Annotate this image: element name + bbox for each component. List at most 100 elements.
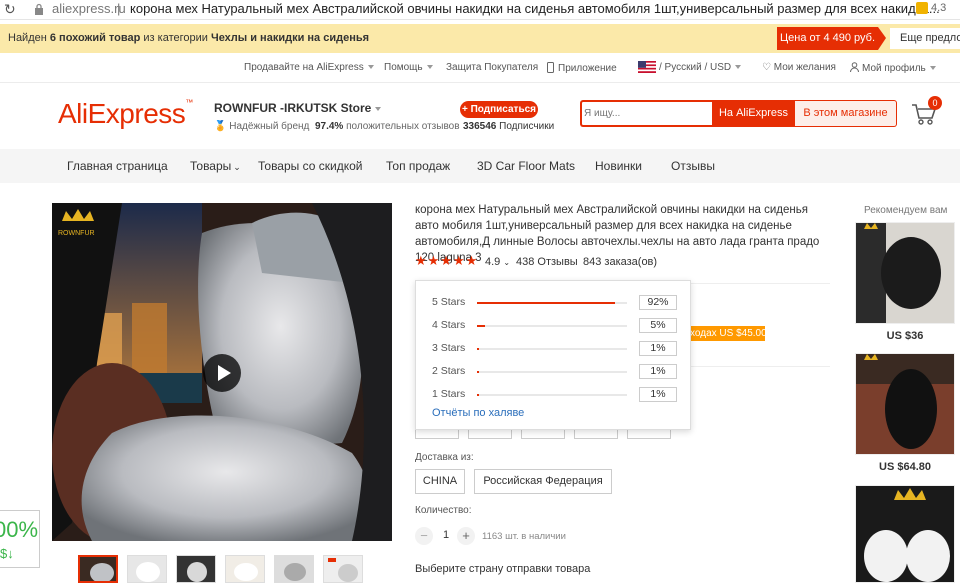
reload-icon[interactable]: ↻ [4,1,16,18]
quantity-increase-button[interactable]: + [457,527,475,545]
app-link[interactable]: Приложение [547,62,617,74]
recommended-item-image[interactable] [855,222,955,324]
heart-icon: ♡ [762,62,771,73]
free-reports-link[interactable]: Отчёты по халяве [432,407,524,419]
rating-row-label[interactable]: 4 Stars [432,319,465,331]
subscribe-button[interactable]: + Подписаться [460,101,538,118]
reviews-count[interactable]: 438 Отзывы [516,256,578,268]
chevron-down-icon [929,66,936,71]
notice-text: Найден 6 похожий товар из категории Чехл… [8,32,370,44]
search-input[interactable] [584,104,704,123]
quantity-value[interactable]: 1 [440,529,452,541]
rating-row-percent: 1% [639,364,677,379]
rating-row-bar-fill [477,302,615,304]
page-tab-title: корона мех Натуральный мех Австралийской… [130,1,940,16]
recommended-title: Рекомендуем вам [864,205,948,216]
recommended-item-image[interactable] [855,353,955,455]
thumbnail-4[interactable] [225,555,265,583]
ship-from-russia[interactable]: Российская Федерация [474,469,612,494]
store-nav: Главная страница Товары ⌄ Товары со скидк… [0,149,960,183]
rating-value[interactable]: 4.9 ⌄ [485,256,510,268]
chevron-down-icon [426,65,433,70]
thumbnail-6[interactable] [323,555,363,583]
url-host[interactable]: aliexpress.ru [52,1,126,16]
recommended-item-image[interactable] [855,485,955,583]
play-icon [218,365,231,381]
medal-icon: 🏅 [214,121,227,132]
similar-products-notice: Найден 6 похожий товар из категории Чехл… [0,24,960,53]
rating-row-bar [477,325,627,327]
profile-link[interactable]: Мой профиль [850,62,936,74]
nav-discount[interactable]: Товары со скидкой [258,159,362,173]
url-separator: | [117,1,121,16]
search-aliexpress-button[interactable]: На AliExpress [712,100,795,127]
extension-value: 4.3 [931,2,947,14]
chevron-down-icon: ⌄ [233,162,241,172]
quantity-label: Количество: [415,505,472,516]
thumbnail-1[interactable] [78,555,118,583]
rating-row-bar-fill [477,325,485,327]
chevron-down-icon [375,106,382,111]
nav-new[interactable]: Новинки [595,159,642,173]
chevron-down-icon: ⌄ [503,258,511,267]
rating-row-bar-fill [477,394,479,396]
rating-stars[interactable]: ★★★★★ [415,253,478,269]
rating-row-bar [477,348,627,350]
notice-category[interactable]: Чехлы и накидки на сиденья [211,32,369,44]
rating-row-label[interactable]: 1 Stars [432,388,465,400]
nav-top-sales[interactable]: Топ продаж [386,159,450,173]
store-rating: 🏅 Надёжный бренд 97.4% положительных отз… [214,121,460,132]
help-link[interactable]: Помощь [384,62,433,73]
recommended-item-price[interactable]: US $36 [855,330,955,342]
nav-reviews[interactable]: Отзывы [671,159,715,173]
store-name[interactable]: ROWNFUR -IRKUTSK Store [214,101,382,115]
divider [690,366,830,367]
ship-from-china[interactable]: CHINA [415,469,465,494]
rating-row-label[interactable]: 5 Stars [432,296,465,308]
aliexpress-logo[interactable]: AliExpress™ [58,98,193,130]
rating-row-percent: 92% [639,295,677,310]
price-arrow [878,27,886,50]
shipping-from-label: Доставка из: [415,452,474,463]
thumbnail-5[interactable] [274,555,314,583]
rating-row-percent: 5% [639,318,677,333]
subscribers-count: 336546 Подписчики [463,121,555,132]
top-links-bar: Продавайте на AliExpress Помощь Защита П… [0,53,960,83]
nav-floor-mats[interactable]: 3D Car Floor Mats [477,159,575,173]
orders-count: 843 заказа(ов) [583,256,658,268]
rating-row-percent: 1% [639,341,677,356]
recommended-item-price[interactable]: US $64.80 [855,461,955,473]
rating-row-bar-fill [477,348,479,350]
wishlist-link[interactable]: ♡ Мои желания [762,62,836,73]
nav-products[interactable]: Товары ⌄ [190,159,241,173]
rating-row-bar [477,371,627,373]
browser-address-bar: ↻ aliexpress.ru | корона мех Натуральный… [0,0,960,20]
language-currency-selector[interactable]: / Русский / USD [659,62,742,73]
divider [690,283,830,284]
rating-row-label[interactable]: 3 Stars [432,342,465,354]
search-store-button[interactable]: В этом магазине [795,100,897,127]
extension-icon[interactable] [916,2,928,14]
more-offers-button[interactable]: Еще предложен [890,28,960,49]
sell-link[interactable]: Продавайте на AliExpress [244,62,374,73]
rating-row-label[interactable]: 2 Stars [432,365,465,377]
quantity-decrease-button[interactable]: − [415,527,433,545]
thumbnail-3[interactable] [176,555,216,583]
svg-text:ROWNFUR: ROWNFUR [58,230,95,237]
phone-icon [547,62,554,73]
price-from-button[interactable]: Цена от 4 490 руб. [777,27,878,50]
coupon-badge[interactable]: ходах US $45.00 [690,326,765,341]
rating-row-bar [477,394,627,396]
chevron-down-icon [367,65,374,70]
buyer-protection-link[interactable]: Защита Покупателя [446,62,538,73]
chevron-down-icon [735,65,742,70]
nav-home[interactable]: Главная страница [67,159,168,173]
rating-row-percent: 1% [639,387,677,402]
notice-count: 6 похожий товар [49,32,141,44]
rating-row-bar [477,302,627,304]
play-video-button[interactable] [203,354,241,392]
lock-icon [35,3,43,15]
rating-breakdown-popup: 5 Stars 92% 4 Stars 5% 3 Stars 1% 2 Stars 1% 1 S… [415,280,691,430]
thumbnail-2[interactable] [127,555,167,583]
side-widget-currency: $↓ [0,546,14,561]
